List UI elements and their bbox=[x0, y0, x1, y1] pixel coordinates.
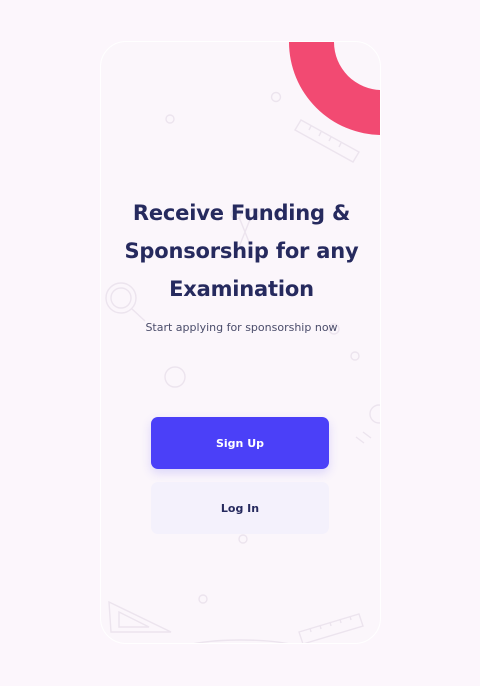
sign-up-button[interactable]: Sign Up bbox=[151, 417, 329, 469]
corner-ring-icon bbox=[289, 42, 380, 135]
log-in-button[interactable]: Log In bbox=[151, 482, 329, 534]
title-line-1: Receive Funding & bbox=[132, 201, 351, 225]
page-title: Receive Funding & Sponsorship for any Ex… bbox=[101, 194, 380, 308]
title-line-2: Sponsorship for any bbox=[124, 239, 359, 263]
title-line-3: Examination bbox=[169, 277, 314, 301]
sign-up-label: Sign Up bbox=[215, 436, 265, 450]
log-in-label: Log In bbox=[220, 501, 260, 515]
phone-frame: Receive Funding & Sponsorship for any Ex… bbox=[100, 41, 381, 644]
page-subtitle: Start applying for sponsorship now bbox=[145, 321, 338, 334]
